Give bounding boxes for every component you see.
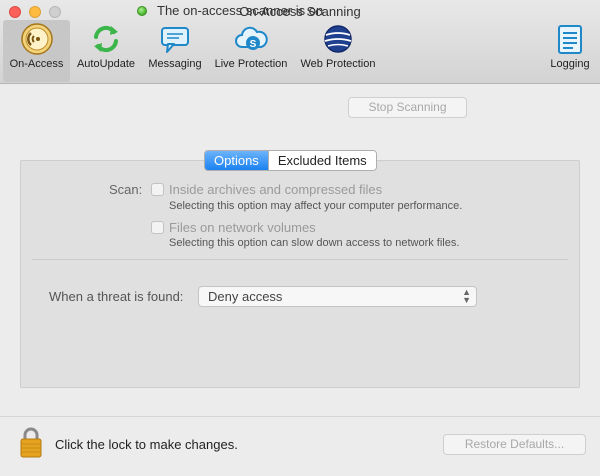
radar-icon: [20, 23, 53, 55]
archives-option-label: Inside archives and compressed files: [169, 182, 383, 197]
divider: [32, 259, 568, 260]
tab-options[interactable]: Options: [205, 151, 268, 170]
toolbar-item-logging[interactable]: Logging: [545, 20, 595, 82]
archives-option-description: Selecting this option may affect your co…: [169, 200, 463, 212]
archives-checkbox[interactable]: [151, 183, 164, 196]
toolbar-item-web-protection[interactable]: Web Protection: [294, 20, 382, 82]
scan-label: Scan:: [109, 182, 143, 197]
threat-action-label: When a threat is found:: [49, 289, 184, 304]
toolbar-item-label: Messaging: [148, 58, 202, 70]
toolbar-item-messaging[interactable]: Messaging: [142, 20, 208, 82]
network-volumes-checkbox[interactable]: [151, 221, 164, 234]
restore-defaults-button[interactable]: Restore Defaults...: [443, 434, 586, 455]
toolbar-item-label: AutoUpdate: [76, 58, 136, 70]
refresh-icon: [94, 25, 118, 53]
lock-hint-text: Click the lock to make changes.: [55, 437, 238, 452]
threat-action-select[interactable]: Deny access ▲ ▼: [198, 286, 477, 307]
message-icon: [161, 27, 189, 53]
network-volumes-option-description: Selecting this option can slow down acce…: [169, 237, 460, 249]
log-list-icon: [558, 25, 582, 54]
globe-icon: [324, 25, 352, 53]
tab-control: Options Excluded Items: [204, 150, 377, 171]
toolbar-item-label: Logging: [550, 58, 590, 70]
toolbar-item-label: Web Protection: [300, 58, 376, 70]
toolbar-item-label: Live Protection: [214, 58, 288, 70]
lock-icon[interactable]: [19, 426, 43, 458]
tab-excluded-items[interactable]: Excluded Items: [267, 151, 376, 170]
cloud-shield-icon: S: [235, 26, 268, 50]
toolbar-item-on-access[interactable]: On-Access: [3, 20, 70, 82]
toolbar-item-label: On-Access: [9, 58, 64, 70]
window: On-Access Scanning On-Access AutoUpdate: [0, 0, 600, 476]
threat-action-value: Deny access: [208, 289, 283, 304]
scanner-status-text: The on-access scanner is on: [157, 3, 324, 18]
stop-scanning-button[interactable]: Stop Scanning: [348, 97, 467, 118]
chevron-updown-icon: ▲ ▼: [462, 287, 471, 305]
footer-divider: [0, 416, 600, 417]
toolbar-item-live-protection[interactable]: S Live Protection: [210, 20, 292, 82]
toolbar-item-autoupdate[interactable]: AutoUpdate: [72, 20, 140, 82]
scanner-status-indicator: [137, 6, 147, 16]
network-volumes-option-label: Files on network volumes: [169, 220, 316, 235]
svg-text:S: S: [250, 39, 257, 50]
